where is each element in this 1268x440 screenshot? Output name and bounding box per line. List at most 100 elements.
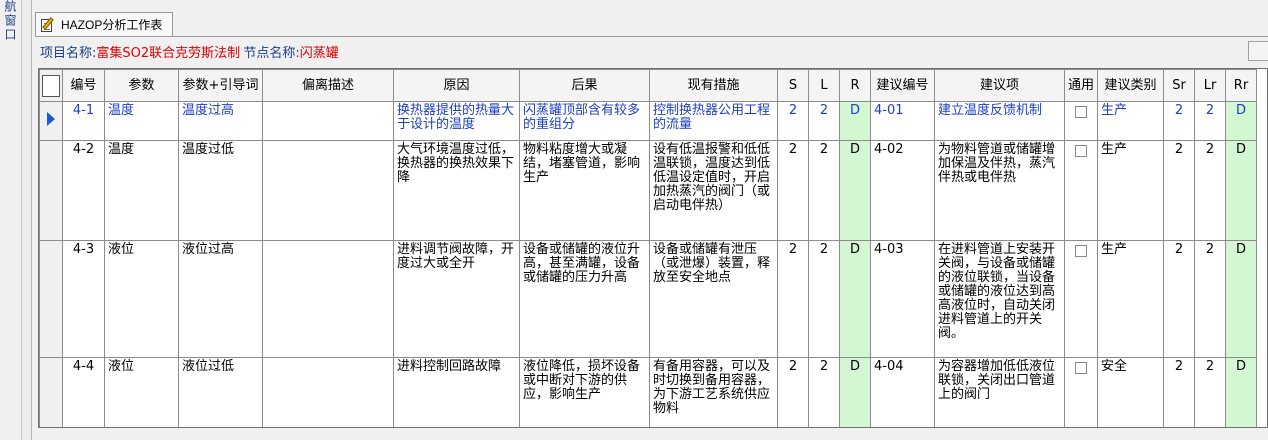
row-selector[interactable] xyxy=(39,140,63,241)
cell-l[interactable]: 2 xyxy=(808,357,840,427)
cell-consequence[interactable]: 闪蒸罐顶部含有较多的重组分 xyxy=(519,101,650,141)
cell-param[interactable]: 液位 xyxy=(104,357,179,427)
cell-suggestion-no[interactable]: 4-01 xyxy=(870,101,935,141)
cell-cause[interactable]: 大气环境温度过低，换热器的换热效果下降 xyxy=(393,140,520,241)
col-header-sr[interactable]: Sr xyxy=(1163,69,1195,102)
cell-common[interactable] xyxy=(1064,101,1098,141)
cell-l[interactable]: 2 xyxy=(808,240,840,358)
cell-deviation[interactable] xyxy=(262,357,394,427)
cell-param[interactable]: 温度 xyxy=(104,140,179,241)
cell-deviation[interactable] xyxy=(262,240,394,358)
cell-cause[interactable]: 进料调节阀故障，开度过大或全开 xyxy=(393,240,520,358)
common-checkbox[interactable] xyxy=(1075,145,1087,157)
cell-no[interactable]: 4-1 xyxy=(62,101,105,141)
col-header-s[interactable]: S xyxy=(777,69,809,102)
cell-s[interactable]: 2 xyxy=(777,357,809,427)
navigation-panel[interactable]: 航窗口 xyxy=(0,0,22,440)
cell-common[interactable] xyxy=(1064,140,1098,241)
panel-splitter[interactable] xyxy=(22,0,32,440)
cell-measures[interactable]: 有备用容器，可以及时切换到备用容器，为下游工艺系统供应物料 xyxy=(649,357,778,427)
cell-param[interactable]: 液位 xyxy=(104,240,179,358)
toolbar-button[interactable] xyxy=(1248,41,1268,61)
cell-deviation[interactable] xyxy=(262,140,394,241)
cell-lr[interactable]: 2 xyxy=(1194,101,1226,141)
cell-r[interactable]: D xyxy=(839,101,871,141)
cell-suggestion-no[interactable]: 4-04 xyxy=(870,357,935,427)
cell-consequence[interactable]: 设备或储罐的液位升高，甚至满罐，设备或储罐的压力升高 xyxy=(519,240,650,358)
cell-sr[interactable]: 2 xyxy=(1163,140,1195,241)
cell-category[interactable]: 生产 xyxy=(1097,240,1164,358)
row-selector[interactable] xyxy=(39,357,63,427)
cell-r[interactable]: D xyxy=(839,357,871,427)
cell-no[interactable]: 4-2 xyxy=(62,140,105,241)
cell-param[interactable]: 温度 xyxy=(104,101,179,141)
common-checkbox[interactable] xyxy=(1075,362,1087,374)
cell-sr[interactable]: 2 xyxy=(1163,240,1195,358)
cell-suggestion[interactable]: 建立温度反馈机制 xyxy=(934,101,1065,141)
cell-suggestion[interactable]: 为物料管道或储罐增加保温及伴热，蒸汽伴热或电伴热 xyxy=(934,140,1065,241)
col-header-suggestion[interactable]: 建议项 xyxy=(934,69,1065,102)
cell-no[interactable]: 4-3 xyxy=(62,240,105,358)
cell-deviation[interactable] xyxy=(262,101,394,141)
cell-consequence[interactable]: 液位降低，损坏设备或中断对下游的供应，影响生产 xyxy=(519,357,650,427)
col-header-rr[interactable]: Rr xyxy=(1225,69,1257,102)
col-header-l[interactable]: L xyxy=(808,69,840,102)
select-all-corner[interactable] xyxy=(39,69,63,102)
cell-s[interactable]: 2 xyxy=(777,140,809,241)
cell-s[interactable]: 2 xyxy=(777,101,809,141)
col-header-param[interactable]: 参数 xyxy=(104,69,179,102)
cell-category[interactable]: 安全 xyxy=(1097,357,1164,427)
col-header-deviation[interactable]: 偏离描述 xyxy=(262,69,394,102)
cell-guideword[interactable]: 温度过低 xyxy=(178,140,263,241)
cell-common[interactable] xyxy=(1064,357,1098,427)
cell-rr[interactable]: D xyxy=(1225,140,1257,241)
cell-guideword[interactable]: 温度过高 xyxy=(178,101,263,141)
col-header-suggestion-no[interactable]: 建议编号 xyxy=(870,69,935,102)
cell-cause[interactable]: 换热器提供的热量大于设计的温度 xyxy=(393,101,520,141)
cell-common[interactable] xyxy=(1064,240,1098,358)
cell-lr[interactable]: 2 xyxy=(1194,140,1226,241)
col-header-consequence[interactable]: 后果 xyxy=(519,69,650,102)
cell-guideword[interactable]: 液位过高 xyxy=(178,240,263,358)
col-header-guideword[interactable]: 参数+引导词 xyxy=(178,69,263,102)
cell-lr[interactable]: 2 xyxy=(1194,240,1226,358)
col-header-no[interactable]: 编号 xyxy=(62,69,105,102)
col-header-cause[interactable]: 原因 xyxy=(393,69,520,102)
col-header-common[interactable]: 通用 xyxy=(1064,69,1098,102)
navigation-window-label[interactable]: 航窗口 xyxy=(3,0,18,42)
cell-suggestion-no[interactable]: 4-02 xyxy=(870,140,935,241)
cell-category[interactable]: 生产 xyxy=(1097,140,1164,241)
table-row[interactable]: 4-2 温度 温度过低 大气环境温度过低，换热器的换热效果下降 物料粘度增大或凝结，堵塞… xyxy=(39,140,1257,241)
cell-lr[interactable]: 2 xyxy=(1194,357,1226,427)
cell-category[interactable]: 生产 xyxy=(1097,101,1164,141)
row-selector[interactable] xyxy=(39,240,63,358)
cell-s[interactable]: 2 xyxy=(777,240,809,358)
tab-hazop-worksheet[interactable]: HAZOP分析工作表 xyxy=(35,12,173,36)
table-row[interactable]: 4-1 温度 温度过高 换热器提供的热量大于设计的温度 闪蒸罐顶部含有较多的重组分 控制换… xyxy=(39,101,1257,141)
cell-measures[interactable]: 设有低温报警和低低温联锁，温度达到低低温设定值时，开启加热蒸汽的阀门（或启动电伴… xyxy=(649,140,778,241)
hazop-grid[interactable]: 编号 参数 参数+引导词 偏离描述 原因 后果 现有措施 S L R 建议编号 建议项 通用 建议类别 Sr… xyxy=(38,68,1268,428)
col-header-measures[interactable]: 现有措施 xyxy=(649,69,778,102)
cell-no[interactable]: 4-4 xyxy=(62,357,105,427)
cell-suggestion[interactable]: 为容器增加低低液位联锁，关闭出口管道上的阀门 xyxy=(934,357,1065,427)
common-checkbox[interactable] xyxy=(1075,106,1087,118)
cell-sr[interactable]: 2 xyxy=(1163,357,1195,427)
cell-suggestion-no[interactable]: 4-03 xyxy=(870,240,935,358)
cell-rr[interactable]: D xyxy=(1225,240,1257,358)
table-row[interactable]: 4-3 液位 液位过高 进料调节阀故障，开度过大或全开 设备或储罐的液位升高，甚至满罐，… xyxy=(39,240,1257,358)
common-checkbox[interactable] xyxy=(1075,245,1087,257)
cell-l[interactable]: 2 xyxy=(808,140,840,241)
cell-l[interactable]: 2 xyxy=(808,101,840,141)
cell-measures[interactable]: 控制换热器公用工程的流量 xyxy=(649,101,778,141)
cell-consequence[interactable]: 物料粘度增大或凝结，堵塞管道，影响生产 xyxy=(519,140,650,241)
col-header-lr[interactable]: Lr xyxy=(1194,69,1226,102)
cell-rr[interactable]: D xyxy=(1225,357,1257,427)
cell-measures[interactable]: 设备或储罐有泄压（或泄爆）装置，释放至安全地点 xyxy=(649,240,778,358)
col-header-r[interactable]: R xyxy=(839,69,871,102)
cell-r[interactable]: D xyxy=(839,140,871,241)
cell-sr[interactable]: 2 xyxy=(1163,101,1195,141)
cell-suggestion[interactable]: 在进料管道上安装开关阀，与设备或储罐的液位联锁，当设备或储罐的液位达到高高液位时… xyxy=(934,240,1065,358)
row-selector[interactable] xyxy=(39,101,63,141)
cell-cause[interactable]: 进料控制回路故障 xyxy=(393,357,520,427)
col-header-category[interactable]: 建议类别 xyxy=(1097,69,1164,102)
